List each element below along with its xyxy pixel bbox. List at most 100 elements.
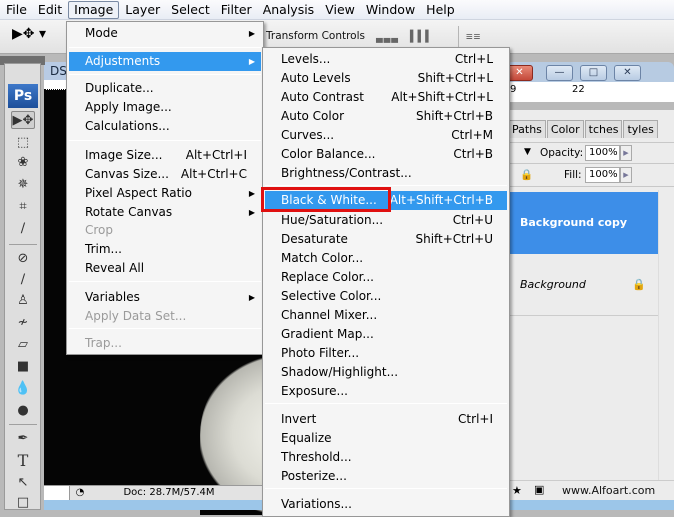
menu-layer[interactable]: Layer <box>120 1 165 19</box>
menu-edit[interactable]: Edit <box>33 1 67 19</box>
menu-analysis[interactable]: Analysis <box>258 1 320 19</box>
pen-tool-icon[interactable]: ✒ <box>11 430 35 448</box>
opacity-input[interactable]: 100% <box>585 145 620 161</box>
marquee-tool-icon[interactable]: ⬚ <box>11 134 35 152</box>
menu-item-apply-data-set: Apply Data Set... <box>69 307 261 326</box>
menu-item-trim[interactable]: Trim... <box>69 240 261 259</box>
menu-item-levels[interactable]: Levels... Ctrl+L <box>265 50 507 69</box>
slice-tool-icon[interactable]: ∕ <box>11 220 35 238</box>
type-tool-icon[interactable]: T <box>11 452 35 470</box>
tab-paths[interactable]: Paths <box>508 120 546 138</box>
eraser-tool-icon[interactable]: ▱ <box>11 336 35 354</box>
menu-item-image-size[interactable]: Image Size... Alt+Ctrl+I <box>69 146 261 165</box>
healing-brush-tool-icon[interactable]: ⊘ <box>11 250 35 268</box>
layer-style-icon[interactable]: ★ <box>512 484 522 497</box>
align-edges-icons[interactable]: ▃▃▃ ▐▐▐ <box>376 30 429 43</box>
path-selection-tool-icon[interactable]: ↖ <box>11 474 35 492</box>
clone-stamp-tool-icon[interactable]: ♙ <box>11 292 35 310</box>
ps-logo: Ps <box>8 84 38 108</box>
lock-all-icon[interactable]: 🔒 <box>520 168 533 181</box>
doc-size: Doc: 28.7M/57.4M <box>123 487 215 498</box>
menu-select[interactable]: Select <box>166 1 215 19</box>
move-tool-icon[interactable]: ▶✥ <box>11 111 35 129</box>
menu-item-auto-contrast[interactable]: Auto Contrast Alt+Shift+Ctrl+L <box>265 88 507 107</box>
menu-item-curves[interactable]: Curves... Ctrl+M <box>265 126 507 145</box>
menu-item-calculations[interactable]: Calculations... <box>69 117 261 136</box>
menu-view[interactable]: View <box>320 1 360 19</box>
menu-item-posterize[interactable]: Posterize... <box>265 467 507 486</box>
close-icon[interactable]: ✕ <box>506 65 533 81</box>
menu-image[interactable]: Image <box>68 0 120 19</box>
menu-item-replace-color[interactable]: Replace Color... <box>265 268 507 287</box>
gradient-tool-icon[interactable]: ■ <box>11 358 35 376</box>
lasso-tool-icon[interactable]: ❀ <box>11 154 35 172</box>
ruler-mark: 9 <box>510 84 517 95</box>
crop-tool-icon[interactable]: ⌗ <box>11 198 35 216</box>
item-shortcut: Ctrl+L <box>454 52 493 66</box>
tab-color[interactable]: Color <box>546 120 584 138</box>
item-label: Rotate Canvas <box>85 205 173 219</box>
layer-background-copy[interactable]: Background copy <box>508 192 658 254</box>
restore-icon[interactable]: □ <box>580 65 607 81</box>
menu-item-duplicate[interactable]: Duplicate... <box>69 79 261 98</box>
brush-tool-icon[interactable]: ∕ <box>11 271 35 289</box>
menu-item-canvas-size[interactable]: Canvas Size... Alt+Ctrl+C <box>69 165 261 184</box>
menu-item-match-color[interactable]: Match Color... <box>265 249 507 268</box>
menu-item-exposure[interactable]: Exposure... <box>265 382 507 401</box>
distribute-icons[interactable]: ≡≡ <box>466 30 481 43</box>
status-menu-icon[interactable]: ◔ <box>72 486 88 500</box>
tab-styles[interactable]: tyles <box>623 120 658 138</box>
menu-item-threshold[interactable]: Threshold... <box>265 448 507 467</box>
menu-item-invert[interactable]: Invert Ctrl+I <box>265 410 507 429</box>
close-window-icon[interactable]: ✕ <box>614 65 641 81</box>
menu-item-color-balance[interactable]: Color Balance... Ctrl+B <box>265 145 507 164</box>
menu-item-gradient-map[interactable]: Gradient Map... <box>265 325 507 344</box>
menu-item-trap: Trap... <box>69 334 261 353</box>
blend-mode-dropdown-icon[interactable]: ▼ <box>524 147 531 157</box>
menu-window[interactable]: Window <box>361 1 420 19</box>
minimize-icon[interactable]: — <box>546 65 573 81</box>
tab-swatches[interactable]: tches <box>584 120 623 138</box>
image-menu: Mode ▶ Adjustments ▶ Duplicate... Apply Im… <box>66 21 264 355</box>
fill-slider-button[interactable]: ▶ <box>620 167 632 183</box>
menu-item-shadow-highlight[interactable]: Shadow/Highlight... <box>265 363 507 382</box>
menu-file[interactable]: File <box>1 1 32 19</box>
magic-wand-tool-icon[interactable]: ✵ <box>11 176 35 194</box>
menu-item-variables[interactable]: Variables ▶ <box>69 288 261 307</box>
transform-controls-label[interactable]: Transform Controls <box>266 30 365 42</box>
watermark: www.Alfoart.com <box>562 484 656 497</box>
opacity-slider-button[interactable]: ▶ <box>620 145 632 161</box>
menu-item-auto-levels[interactable]: Auto Levels Shift+Ctrl+L <box>265 69 507 88</box>
menu-item-pixel-aspect-ratio[interactable]: Pixel Aspect Ratio ▶ <box>69 184 261 203</box>
menu-item-equalize[interactable]: Equalize <box>265 429 507 448</box>
move-tool-preset-icon[interactable]: ▶✥ ▾ <box>12 26 46 48</box>
menu-item-variations[interactable]: Variations... <box>265 495 507 514</box>
menu-item-desaturate[interactable]: Desaturate Shift+Ctrl+U <box>265 230 507 249</box>
item-label: Image Size... <box>85 148 163 162</box>
menu-item-brightness-contrast[interactable]: Brightness/Contrast... <box>265 164 507 183</box>
menu-item-channel-mixer[interactable]: Channel Mixer... <box>265 306 507 325</box>
dodge-tool-icon[interactable]: ● <box>11 402 35 420</box>
blur-tool-icon[interactable]: 💧 <box>11 380 35 398</box>
menu-item-apply-image[interactable]: Apply Image... <box>69 98 261 117</box>
layer-background[interactable]: Background 🔒 <box>508 254 658 316</box>
menu-item-rotate-canvas[interactable]: Rotate Canvas ▶ <box>69 203 261 222</box>
zoom-field[interactable] <box>44 486 70 500</box>
menu-item-reveal-all[interactable]: Reveal All <box>69 259 261 278</box>
menu-filter[interactable]: Filter <box>216 1 257 19</box>
menu-item-photo-filter[interactable]: Photo Filter... <box>265 344 507 363</box>
menu-item-selective-color[interactable]: Selective Color... <box>265 287 507 306</box>
menu-item-auto-color[interactable]: Auto Color Shift+Ctrl+B <box>265 107 507 126</box>
history-brush-tool-icon[interactable]: ≁ <box>11 314 35 332</box>
fill-label: Fill: <box>564 169 582 181</box>
menu-item-hue-saturation[interactable]: Hue/Saturation... Ctrl+U <box>265 211 507 230</box>
layers-scrollbar[interactable] <box>658 190 674 480</box>
menu-item-adjustments[interactable]: Adjustments ▶ <box>69 52 261 71</box>
shape-tool-icon[interactable]: □ <box>11 494 35 512</box>
menu-help[interactable]: Help <box>421 1 460 19</box>
fill-input[interactable]: 100% <box>585 167 620 183</box>
item-label: Variations... <box>281 497 352 511</box>
add-mask-icon[interactable]: ▣ <box>534 483 544 496</box>
opacity-row: ▼ Opacity: 100% ▶ <box>508 142 674 164</box>
menu-item-mode[interactable]: Mode ▶ <box>69 24 261 43</box>
